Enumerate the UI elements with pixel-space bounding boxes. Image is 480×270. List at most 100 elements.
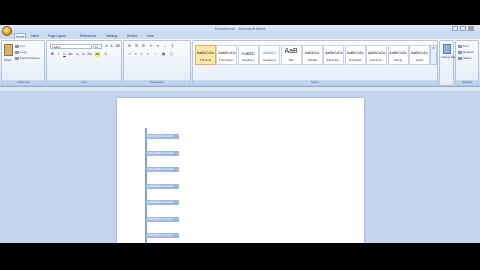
style-sample: AaBbCcDc bbox=[367, 51, 386, 55]
style-name: Heading 2 bbox=[263, 58, 277, 62]
bold-icon[interactable]: B bbox=[50, 52, 55, 57]
style-name: Intense E... bbox=[369, 58, 384, 62]
minimize-icon[interactable] bbox=[452, 26, 458, 31]
document-line[interactable]: xyz@yahoo.com bbox=[146, 233, 179, 238]
underline-icon[interactable]: U bbox=[62, 52, 67, 57]
style-item[interactable]: AaBbCcL Subtitle bbox=[302, 45, 323, 65]
justify-icon[interactable]: ≡ bbox=[145, 52, 150, 57]
style-name: Strong bbox=[393, 58, 403, 62]
show-marks-icon[interactable]: ¶ bbox=[170, 44, 175, 49]
cut-button[interactable]: Cut bbox=[15, 44, 25, 48]
window-title: Document1 - Microsoft Word bbox=[214, 26, 266, 31]
align-center-icon[interactable]: ≡ bbox=[133, 52, 138, 57]
paste-icon[interactable] bbox=[4, 44, 13, 56]
style-sample: AaBbCcDc bbox=[389, 51, 407, 55]
select-icon bbox=[458, 56, 462, 60]
brush-icon bbox=[15, 56, 19, 60]
superscript-icon[interactable]: x² bbox=[81, 52, 86, 57]
style-name: Subtle Em... bbox=[326, 58, 342, 62]
style-sample: AaBbCcL bbox=[304, 51, 321, 55]
line-spacing-icon[interactable]: ↕ bbox=[153, 52, 158, 57]
font-group: Calibri 11 A A ⌫ B I U ab x₂ x² Aa ab A … bbox=[46, 40, 122, 86]
ruler[interactable] bbox=[0, 87, 480, 91]
clipboard-group: Paste Cut Copy Format Painter Clipboard bbox=[1, 40, 45, 86]
style-item[interactable]: AaBbCcDc Strong bbox=[387, 45, 409, 65]
close-icon[interactable] bbox=[468, 26, 474, 31]
document-page[interactable]: xyz@yahoo.com xyz@yahoo.com xyz@yahoo.com x… bbox=[117, 98, 364, 243]
style-item[interactable]: AaBbCcDc Quote bbox=[409, 45, 430, 65]
document-line[interactable]: xyz@yahoo.com bbox=[146, 216, 179, 222]
shading-icon[interactable]: ▦ bbox=[161, 52, 166, 57]
style-name: Subtitle bbox=[307, 58, 318, 62]
style-name: Heading 1 bbox=[241, 58, 255, 62]
align-left-icon[interactable]: ≡ bbox=[127, 52, 132, 57]
numbering-icon[interactable]: ☰ bbox=[134, 44, 139, 49]
style-sample: AaBbCcDc bbox=[325, 51, 343, 55]
style-item[interactable]: AaBbCcDc ¶ No Spaci... bbox=[216, 45, 238, 65]
document-line[interactable]: xyz@yahoo.com bbox=[146, 200, 179, 205]
font-size-combo[interactable]: 11 bbox=[93, 44, 102, 49]
subscript-icon[interactable]: x₂ bbox=[75, 52, 80, 57]
style-item[interactable]: AaBbCc Heading 2 bbox=[259, 45, 281, 65]
style-item[interactable]: AaBbCcDc ¶ Normal bbox=[195, 45, 216, 65]
style-sample: AaBbCcDc bbox=[218, 51, 236, 55]
style-name: Title bbox=[288, 58, 294, 62]
highlight-icon[interactable]: ab bbox=[95, 52, 100, 57]
style-sample: AaBbCcDc bbox=[410, 51, 429, 55]
bullets-icon[interactable]: ☰ bbox=[127, 44, 132, 49]
maximize-icon[interactable] bbox=[460, 26, 466, 31]
paste-button[interactable]: Paste bbox=[4, 58, 12, 62]
strikethrough-icon[interactable]: ab bbox=[68, 52, 73, 57]
shrink-font-icon[interactable]: A bbox=[109, 44, 114, 49]
style-item[interactable]: AaBbCcDc Subtle Em... bbox=[323, 45, 345, 65]
style-sample: AaBbC bbox=[241, 51, 255, 56]
format-painter-button[interactable]: Format Painter bbox=[15, 56, 40, 60]
style-sample: AaBbCc bbox=[263, 51, 277, 55]
document-line[interactable]: xyz@yahoo.com bbox=[146, 183, 179, 189]
select-button[interactable]: Select bbox=[458, 56, 471, 60]
editing-group: Find Replace Select Editing bbox=[455, 40, 479, 86]
change-styles-icon[interactable] bbox=[443, 44, 451, 54]
style-name: ¶ Normal bbox=[199, 58, 212, 62]
title-bar: Document1 - Microsoft Word bbox=[0, 25, 480, 33]
copy-icon bbox=[15, 50, 19, 54]
replace-button[interactable]: Replace bbox=[458, 50, 474, 54]
style-name: ¶ No Spaci... bbox=[218, 58, 235, 62]
office-button-icon[interactable] bbox=[2, 26, 12, 36]
document-line[interactable]: xyz@yahoo.com bbox=[146, 134, 179, 139]
style-item[interactable]: AaBbC Heading 1 bbox=[237, 45, 259, 65]
multilevel-list-icon[interactable]: ☰ bbox=[141, 44, 146, 49]
italic-icon[interactable]: I bbox=[56, 52, 61, 57]
style-sample: AaBbCcDc bbox=[346, 51, 365, 55]
styles-label: Styles bbox=[193, 80, 437, 85]
paragraph-label: Paragraph bbox=[124, 80, 190, 85]
clear-format-icon[interactable]: ⌫ bbox=[115, 44, 120, 49]
change-case-icon[interactable]: Aa bbox=[87, 52, 92, 57]
style-name: Emphasis bbox=[349, 58, 362, 62]
document-line[interactable]: xyz@yahoo.com bbox=[146, 150, 179, 156]
styles-group: AaBbCcDc ¶ Normal AaBbCcDc ¶ No Spaci... AaB… bbox=[192, 40, 438, 86]
document-line[interactable]: xyz@yahoo.com bbox=[146, 167, 179, 172]
clipboard-label: Clipboard bbox=[2, 80, 44, 85]
styles-more-icon[interactable]: ▾ bbox=[430, 45, 437, 65]
font-color-icon[interactable]: A bbox=[103, 52, 108, 57]
replace-icon bbox=[458, 50, 462, 54]
find-button[interactable]: Find bbox=[458, 44, 469, 48]
copy-button[interactable]: Copy bbox=[15, 50, 27, 54]
borders-icon[interactable]: ▢ bbox=[169, 52, 174, 57]
align-right-icon[interactable]: ≡ bbox=[139, 52, 144, 57]
font-name-combo[interactable]: Calibri bbox=[50, 44, 92, 49]
increase-indent-icon[interactable]: ⇥ bbox=[155, 44, 160, 49]
scissors-icon bbox=[15, 44, 19, 48]
word-window: Document1 - Microsoft Word Home Insert P… bbox=[0, 25, 480, 243]
style-sample: AaB bbox=[284, 48, 298, 55]
ribbon: Paste Cut Copy Format Painter Clipboard … bbox=[0, 39, 480, 87]
letterbox-bottom bbox=[0, 243, 480, 270]
sort-icon[interactable]: ↕ bbox=[163, 44, 168, 49]
binoculars-icon bbox=[458, 44, 462, 48]
style-item[interactable]: AaBbCcDc Intense E... bbox=[366, 45, 388, 65]
style-name: Quote bbox=[415, 58, 424, 62]
style-item[interactable]: AaBbCcDc Emphasis bbox=[344, 45, 366, 65]
style-item[interactable]: AaB Title bbox=[280, 45, 302, 65]
decrease-indent-icon[interactable]: ⇤ bbox=[149, 44, 154, 49]
